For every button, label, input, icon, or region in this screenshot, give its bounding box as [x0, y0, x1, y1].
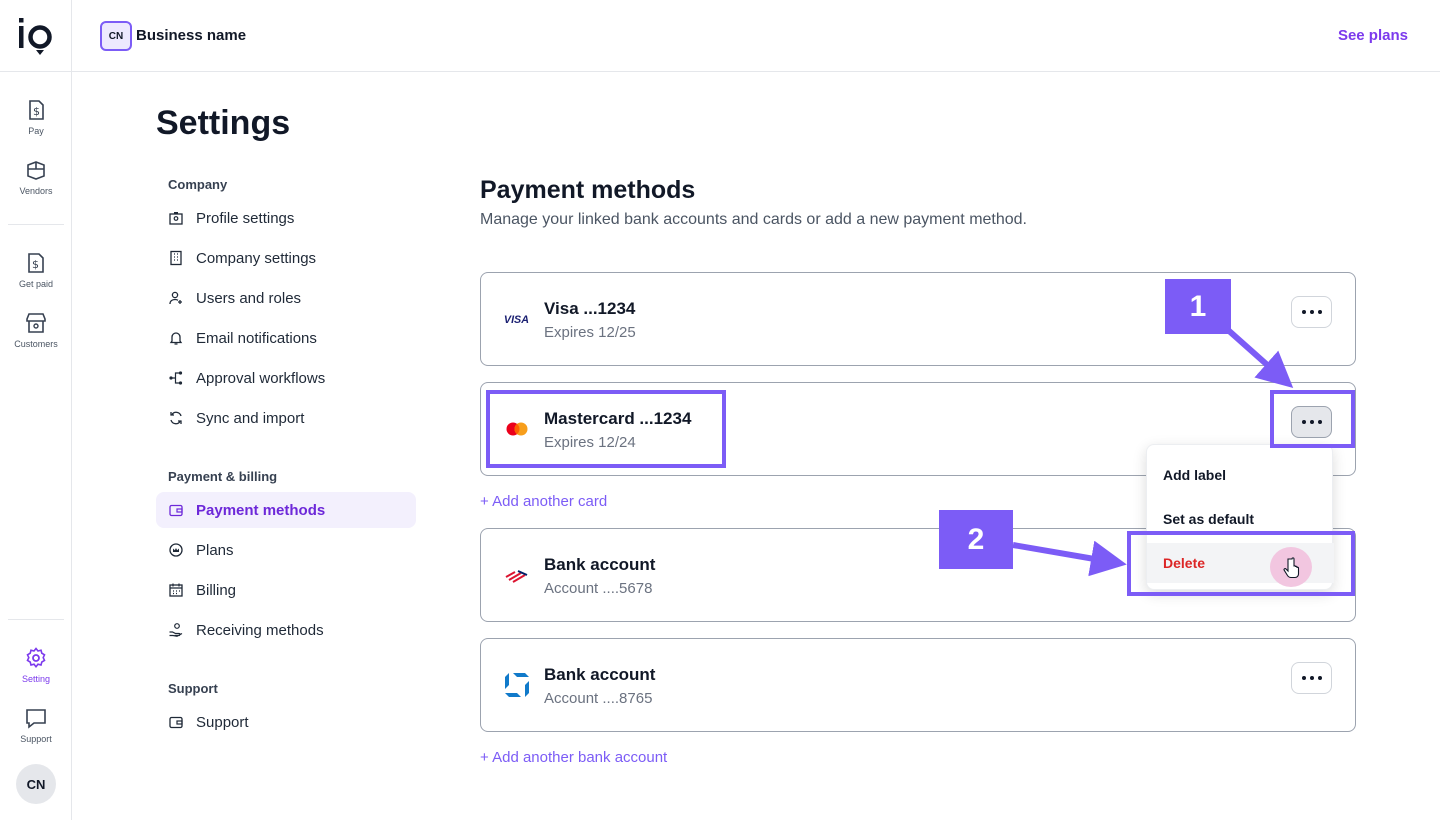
- mastercard-logo: [503, 415, 531, 443]
- card-name: Visa ...1234: [544, 299, 636, 318]
- box-icon: [27, 161, 45, 180]
- svg-text:$: $: [33, 105, 40, 118]
- wallet-icon: [169, 504, 183, 517]
- rail-item-pay[interactable]: $ Pay: [0, 98, 72, 154]
- dollar-doc-icon: $: [28, 253, 44, 273]
- card-expiry: Expires 12/24: [544, 434, 636, 451]
- chat-icon: [26, 709, 46, 729]
- store-icon: [26, 313, 46, 333]
- sync-icon: [170, 411, 182, 425]
- top-bar: CN Business name See plans: [72, 0, 1440, 72]
- rail-item-label: Customers: [14, 339, 58, 349]
- left-rail: $ Pay Vendors $ Get paid Customers Setti…: [0, 0, 72, 820]
- rail-divider: [8, 224, 64, 225]
- card-name: Mastercard ...1234: [544, 409, 692, 428]
- bank-account-card[interactable]: Bank account Account ....8765: [480, 638, 1356, 732]
- step-1-label: 1: [1165, 279, 1231, 334]
- crown-icon: [169, 543, 183, 557]
- card-expiry: Expires 12/25: [544, 324, 636, 341]
- badge-icon: [169, 212, 183, 225]
- business-name[interactable]: Business name: [136, 27, 246, 44]
- rail-item-support[interactable]: Support: [0, 706, 72, 762]
- workflow-icon: [169, 371, 183, 385]
- see-plans-link[interactable]: See plans: [1338, 27, 1408, 44]
- chase-logo: [503, 671, 531, 699]
- bank-account-number: Account ....8765: [544, 690, 653, 707]
- dollar-doc-icon: $: [29, 100, 44, 120]
- nav-item-users-and-roles[interactable]: Users and roles: [156, 280, 416, 316]
- bank-account-number: Account ....5678: [544, 580, 653, 597]
- rail-item-setting[interactable]: Setting: [0, 646, 72, 702]
- gear-icon: [26, 647, 46, 668]
- add-card-link[interactable]: + Add another card: [480, 493, 607, 510]
- rail-item-label: Setting: [21, 674, 51, 684]
- section-subtitle: Manage your linked bank accounts and car…: [480, 211, 1027, 228]
- menu-item-set-as-default[interactable]: Set as default: [1147, 499, 1334, 539]
- building-icon: [170, 250, 182, 266]
- nav-item-support[interactable]: Support: [156, 704, 416, 740]
- nav-group-company: Company: [168, 177, 228, 192]
- menu-item-add-label[interactable]: Add label: [1147, 455, 1334, 495]
- rail-item-label: Support: [20, 734, 52, 744]
- nav-item-email-notifications[interactable]: Email notifications: [156, 320, 416, 356]
- nav-item-payment-methods[interactable]: Payment methods: [156, 492, 416, 528]
- rail-item-vendors[interactable]: Vendors: [0, 158, 72, 214]
- bank-name: Bank account: [544, 555, 656, 574]
- nav-item-receiving-methods[interactable]: Receiving methods: [156, 612, 416, 648]
- section-title: Payment methods: [480, 176, 696, 204]
- wallet-icon: [169, 716, 183, 729]
- visa-logo: VISA: [503, 305, 531, 333]
- rail-item-label: Pay: [28, 126, 44, 136]
- rail-item-label: Get paid: [18, 279, 54, 289]
- nav-item-company-settings[interactable]: Company settings: [156, 240, 416, 276]
- user-plus-icon: [169, 291, 182, 305]
- rail-header-divider: [0, 71, 72, 72]
- step-2-label: 2: [939, 510, 1013, 569]
- more-options-button[interactable]: [1291, 406, 1332, 438]
- add-bank-account-link[interactable]: + Add another bank account: [480, 749, 667, 766]
- rail-item-label: Vendors: [19, 186, 53, 196]
- nav-item-profile-settings[interactable]: Profile settings: [156, 200, 416, 236]
- rail-item-customers[interactable]: Customers: [0, 311, 72, 367]
- bell-icon: [169, 332, 183, 345]
- nav-group-support: Support: [168, 681, 218, 696]
- click-indicator: [1270, 547, 1312, 587]
- svg-text:VISA: VISA: [504, 314, 529, 326]
- bofa-logo: [503, 561, 531, 589]
- svg-text:$: $: [32, 258, 39, 271]
- nav-item-approval-workflows[interactable]: Approval workflows: [156, 360, 416, 396]
- nav-item-billing[interactable]: Billing: [156, 572, 416, 608]
- bank-name: Bank account: [544, 665, 656, 684]
- more-options-button[interactable]: [1291, 662, 1332, 694]
- more-options-button[interactable]: [1291, 296, 1332, 328]
- rail-divider: [8, 619, 64, 620]
- page-title: Settings: [156, 104, 291, 142]
- calendar-icon: [169, 583, 183, 597]
- rail-item-get-paid[interactable]: $ Get paid: [0, 251, 72, 307]
- nav-item-plans[interactable]: Plans: [156, 532, 416, 568]
- avatar[interactable]: CN: [16, 764, 56, 804]
- business-avatar[interactable]: CN: [100, 21, 132, 51]
- nav-group-payment-billing: Payment & billing: [168, 469, 278, 484]
- hand-coin-icon: [169, 623, 183, 637]
- hand-cursor-icon: [1283, 557, 1300, 579]
- io-logo[interactable]: [16, 14, 56, 58]
- nav-item-sync-and-import[interactable]: Sync and import: [156, 400, 416, 436]
